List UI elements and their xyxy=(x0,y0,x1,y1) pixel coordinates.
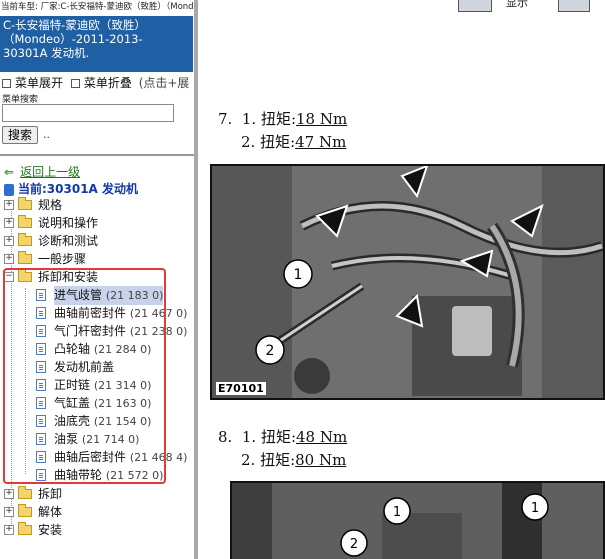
square-icon xyxy=(2,79,11,88)
toolbar-label: 显示 xyxy=(506,0,528,9)
document-icon xyxy=(36,289,46,301)
document-icon xyxy=(36,415,46,427)
content-toolbar: 显示 xyxy=(198,0,605,16)
menu-controls: 菜单展开 菜单折叠 (点击+展 xyxy=(2,74,189,91)
callout-1: 1 xyxy=(294,267,303,283)
collapse-icon[interactable]: − xyxy=(4,272,14,282)
document-icon xyxy=(36,451,46,463)
back-link[interactable]: ⇐ 返回上一级 xyxy=(4,163,80,180)
document-icon xyxy=(36,433,46,445)
step-7-line-2: 2. 扭矩:47 Nm xyxy=(241,133,347,151)
content-panel: 显示 7. 1. 扭矩:18 Nm 2. 扭矩:47 Nm 1 2 E70101… xyxy=(198,0,605,559)
folder-icon xyxy=(18,522,32,535)
document-icon xyxy=(36,361,46,373)
back-arrow-icon: ⇐ xyxy=(4,165,15,179)
document-icon xyxy=(36,307,46,319)
menu-hint: (点击+展 xyxy=(138,76,190,90)
expand-icon[interactable]: + xyxy=(4,200,14,210)
document-icon xyxy=(36,397,46,409)
open-folder-icon xyxy=(18,269,32,282)
left-panel: 当前车型: 厂家:C-长安福特-蒙迪欧（致胜）（Mondeo）2011-2013… xyxy=(0,0,196,559)
folder-icon xyxy=(18,197,32,210)
step-8-line-1: 8. 1. 扭矩:48 Nm xyxy=(218,428,348,446)
step-8-line-2: 2. 扭矩:80 Nm xyxy=(241,451,347,469)
collapse-menu-button[interactable]: 菜单折叠 xyxy=(70,76,132,90)
engine-illustration-2: 1 2 1 xyxy=(232,483,603,559)
document-icon xyxy=(36,325,46,337)
expand-icon[interactable]: + xyxy=(4,218,14,228)
torque-value: 18 Nm xyxy=(296,110,348,128)
torque-value: 80 Nm xyxy=(295,451,347,469)
document-icon xyxy=(36,469,46,481)
folder-icon xyxy=(18,233,32,246)
expand-icon[interactable]: + xyxy=(4,254,14,264)
expand-menu-button[interactable]: 菜单展开 xyxy=(2,76,63,90)
folder-icon xyxy=(18,486,32,499)
callout-1: 1 xyxy=(393,505,401,520)
figure-code: E70101 xyxy=(216,382,266,395)
divider xyxy=(0,154,196,156)
expand-icon[interactable]: + xyxy=(4,236,14,246)
toolbar-button[interactable] xyxy=(458,0,492,12)
engine-illustration: 1 2 xyxy=(212,166,603,398)
search-dots: .. xyxy=(43,128,50,141)
page-title: C-长安福特-蒙迪欧（致胜）（Mondeo）-2011-2013- 30301A… xyxy=(0,16,193,72)
step-7-line-1: 7. 1. 扭矩:18 Nm xyxy=(218,110,348,128)
search-input[interactable] xyxy=(2,104,174,122)
folder-icon xyxy=(18,251,32,264)
callout-2: 2 xyxy=(266,343,275,359)
torque-value: 47 Nm xyxy=(295,133,347,151)
square-icon xyxy=(70,79,80,88)
callout-1b: 1 xyxy=(531,501,539,516)
expand-icon[interactable]: + xyxy=(4,525,14,535)
tree-guide-line xyxy=(25,288,26,474)
computer-icon xyxy=(4,183,14,196)
expand-icon[interactable]: + xyxy=(4,507,14,517)
engine-figure-2: 1 2 1 xyxy=(230,481,605,559)
callout-2: 2 xyxy=(350,537,358,552)
torque-value: 48 Nm xyxy=(296,428,348,446)
document-icon xyxy=(36,343,46,355)
current-section: 当前:30301A 发动机 xyxy=(4,180,138,197)
document-icon xyxy=(36,379,46,391)
folder-icon xyxy=(18,504,32,517)
expand-icon[interactable]: + xyxy=(4,489,14,499)
engine-figure: 1 2 E70101 xyxy=(210,164,605,400)
toolbar-button[interactable] xyxy=(558,0,590,12)
current-vehicle-bar: 当前车型: 厂家:C-长安福特-蒙迪欧（致胜）（Mondeo）2011-2013 xyxy=(1,2,196,12)
search-button[interactable]: 搜索 xyxy=(2,126,38,144)
folder-icon xyxy=(18,215,32,228)
